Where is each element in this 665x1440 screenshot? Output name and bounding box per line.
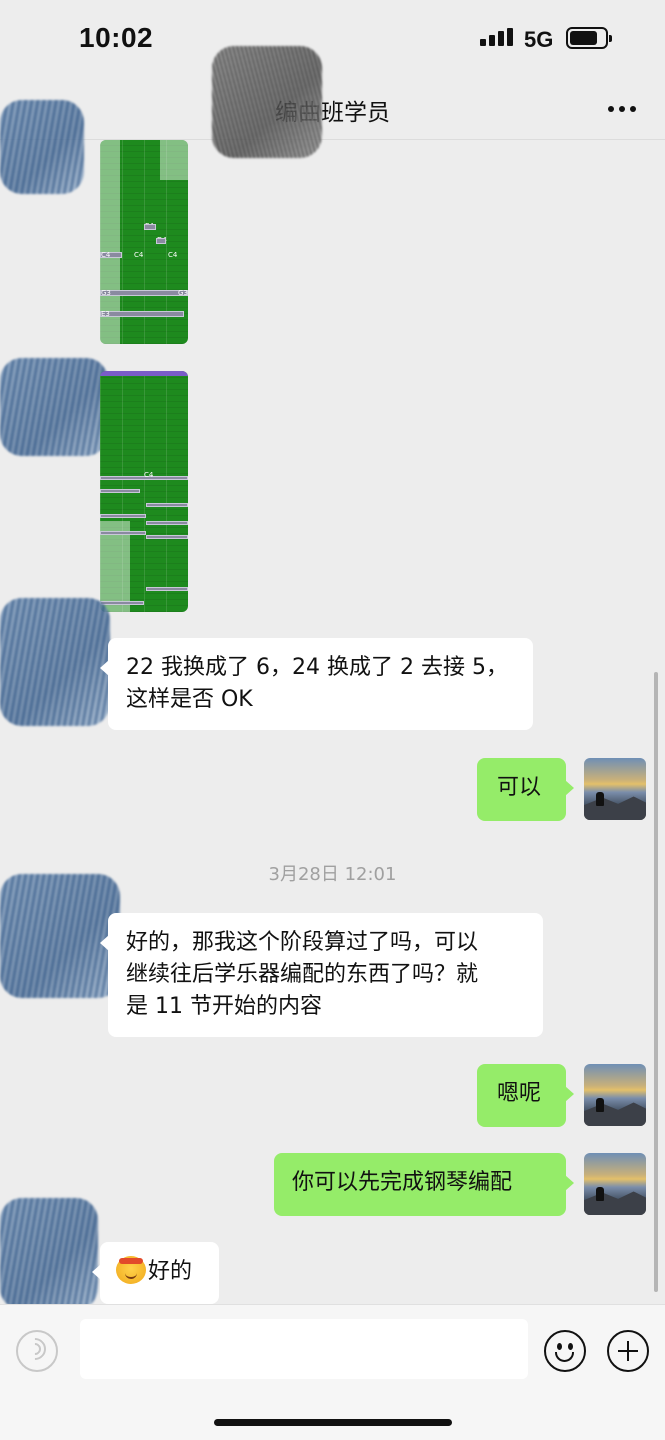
- note-label: G3: [101, 289, 111, 297]
- piano-roll-screenshot-2[interactable]: C4: [100, 371, 188, 612]
- note-bar: [146, 521, 188, 525]
- note-label: C4: [101, 251, 111, 259]
- message-text: 嗯呢: [497, 1081, 542, 1106]
- chat-title: 编曲班学员: [275, 100, 390, 126]
- my-avatar[interactable]: [584, 1064, 646, 1126]
- sender-avatar[interactable]: [0, 598, 110, 726]
- note-bar: [146, 587, 188, 591]
- message-bubble[interactable]: 嗯呢: [477, 1064, 574, 1127]
- note-label: C4: [134, 251, 144, 259]
- note-bar: [146, 535, 188, 539]
- message-text: 可以: [497, 775, 542, 800]
- plus-icon[interactable]: [607, 1330, 649, 1372]
- message-text-line: 继续往后学乐器编配的东西了吗？就: [126, 962, 479, 987]
- message-bubble[interactable]: 好的，那我这个阶段算过了吗，可以 继续往后学乐器编配的东西了吗？就 是 11 节…: [100, 913, 543, 1037]
- message-text: 好的: [148, 1259, 193, 1284]
- sender-avatar[interactable]: [0, 1198, 98, 1310]
- message-text-line: 22 我换成了 6，24 换成了 2 去接 5，: [126, 655, 508, 680]
- note-label: C4: [144, 471, 154, 479]
- note-bar: [100, 489, 140, 493]
- note-bar: [100, 311, 184, 317]
- my-avatar[interactable]: [584, 1153, 646, 1215]
- nav-bar: 编曲班学员: [0, 78, 665, 140]
- sender-avatar[interactable]: [0, 358, 108, 456]
- message-text-line: 这样是否 OK: [126, 687, 253, 712]
- emoji-icon[interactable]: [544, 1330, 586, 1372]
- home-indicator[interactable]: [214, 1419, 452, 1426]
- hand-over-mouth-emoji-icon: [116, 1256, 146, 1284]
- battery-fill: [570, 31, 598, 45]
- note-bar: [156, 238, 166, 244]
- note-bar: [100, 531, 146, 535]
- redaction-scribble: [212, 46, 322, 158]
- message-text-line: 好的，那我这个阶段算过了吗，可以: [126, 930, 479, 955]
- message-bubble[interactable]: 可以: [477, 758, 574, 821]
- message-text: 你可以先完成钢琴编配: [292, 1170, 513, 1195]
- note-bar: [100, 601, 144, 605]
- status-bar: 10:02 5G: [0, 0, 665, 78]
- message-bubble[interactable]: 你可以先完成钢琴编配: [274, 1153, 574, 1216]
- message-text-line: 是 11 节开始的内容: [126, 994, 322, 1019]
- message-bubble[interactable]: 22 我换成了 6，24 换成了 2 去接 5， 这样是否 OK: [100, 638, 533, 730]
- network-label: 5G: [524, 27, 554, 52]
- my-avatar[interactable]: [584, 758, 646, 820]
- scrollbar[interactable]: [654, 672, 658, 1292]
- message-input[interactable]: [80, 1319, 528, 1379]
- note-bar: [100, 514, 146, 518]
- sender-avatar[interactable]: [0, 100, 84, 194]
- piano-roll-screenshot-1[interactable]: E4 D4 C4 C4 C4 G3 G3 E3: [100, 140, 188, 344]
- note-bar: [146, 503, 188, 507]
- battery-icon: [566, 27, 612, 49]
- message-bubble[interactable]: 好的: [92, 1242, 219, 1304]
- voice-icon[interactable]: [16, 1330, 58, 1372]
- signal-bars-icon: [480, 28, 514, 46]
- note-label: G3: [178, 289, 188, 297]
- note-bar: [144, 224, 156, 230]
- note-label: C4: [168, 251, 178, 259]
- note-label: E3: [101, 310, 110, 318]
- status-time: 10:02: [79, 22, 154, 53]
- more-horizontal-icon[interactable]: [606, 104, 638, 114]
- note-bar: [100, 290, 188, 296]
